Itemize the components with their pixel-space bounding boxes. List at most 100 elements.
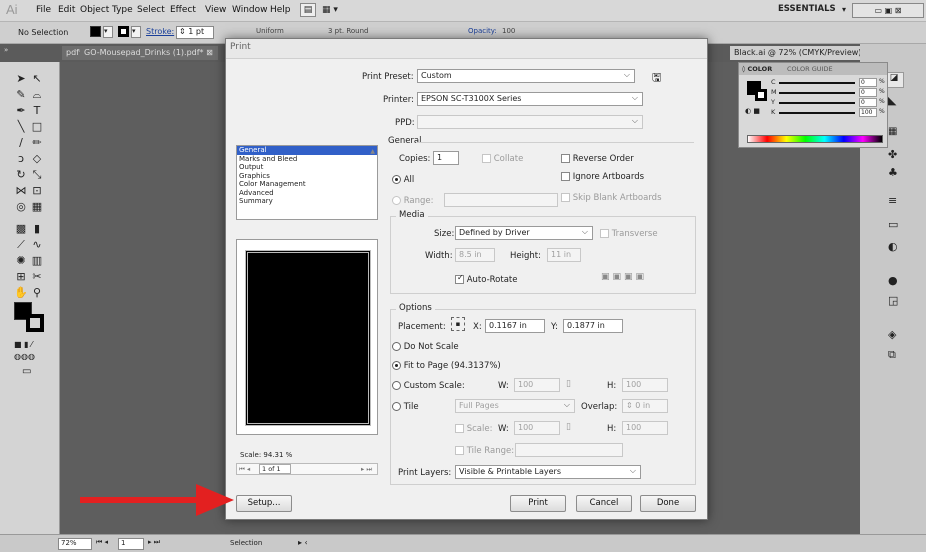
shape-builder-tool-icon[interactable]: ◎ [14, 200, 28, 214]
artboards-panel-icon[interactable]: ⧉ [888, 348, 896, 362]
magic-wand-tool-icon[interactable]: ✎ [14, 88, 28, 102]
tile-scale-checkbox[interactable] [455, 424, 464, 433]
bridge-icon[interactable]: ▤ [300, 3, 316, 17]
custom-scale-option[interactable]: Custom Scale: [392, 381, 465, 391]
width-field[interactable]: 8.5 in [455, 248, 495, 262]
slider-track-k[interactable] [779, 112, 855, 114]
symbols-icon[interactable]: ♣ [888, 166, 898, 179]
window-controls[interactable]: ▭ ▣ ⊠ [852, 3, 924, 18]
brush-definition[interactable]: 3 pt. Round [328, 27, 368, 35]
eyedropper-tool-icon[interactable]: ⟋ [14, 238, 28, 252]
setup-button[interactable]: Setup... [236, 495, 292, 512]
category-graphics[interactable]: Graphics [237, 172, 377, 181]
variable-width-profile[interactable]: Uniform [256, 27, 284, 35]
ignore-artboards-checkbox[interactable] [561, 172, 570, 181]
category-summary[interactable]: Summary [237, 197, 377, 206]
stroke-link[interactable]: Stroke: [146, 27, 174, 36]
menu-help[interactable]: Help [270, 5, 291, 15]
tile-range-field[interactable] [515, 443, 623, 457]
rectangle-tool-icon[interactable]: □ [30, 120, 44, 134]
slider-value-k[interactable]: 100 [859, 108, 877, 117]
copies-field[interactable]: 1 [433, 151, 459, 165]
slice-tool-icon[interactable]: ✂ [30, 270, 44, 284]
tab-document-active[interactable]: Black.ai @ 72% (CMYK/Preview) ⊠ [730, 46, 870, 60]
fill-swatch[interactable] [90, 26, 101, 37]
slider-row-m[interactable]: M 0 % [771, 88, 887, 98]
menu-edit[interactable]: Edit [58, 5, 75, 15]
category-general[interactable]: General [237, 146, 377, 155]
screen-mode-icon[interactable]: ▭ [22, 366, 31, 377]
lasso-tool-icon[interactable]: ⌓ [30, 88, 44, 102]
category-color-management[interactable]: Color Management [237, 180, 377, 189]
selection-tool-icon[interactable]: ➤ [14, 72, 28, 86]
pencil-tool-icon[interactable]: ✏ [30, 136, 44, 150]
range-option[interactable]: Range: [392, 196, 434, 206]
scale-tool-icon[interactable]: ⤡ [30, 168, 44, 182]
stroke-swatch-large[interactable] [755, 89, 767, 101]
perspective-grid-tool-icon[interactable]: ▦ [30, 200, 44, 214]
line-tool-icon[interactable]: ╲ [14, 120, 28, 134]
collapse-panel-icon[interactable]: » [4, 46, 8, 54]
slider-track-c[interactable] [779, 82, 855, 84]
range-field[interactable] [444, 193, 558, 207]
stroke-color-icon[interactable] [26, 314, 44, 332]
stroke-weight-field[interactable]: ⇕ 1 pt [176, 26, 214, 39]
auto-rotate-option[interactable]: ✓ Auto-Rotate [455, 273, 518, 285]
first-prev-page-icon[interactable]: ⏮ ◂ [239, 465, 250, 474]
eraser-tool-icon[interactable]: ◇ [30, 152, 44, 166]
page-field[interactable]: 1 of 1 [259, 464, 291, 474]
brushes-icon[interactable]: ✤ [888, 148, 897, 161]
menu-window[interactable]: Window [232, 5, 268, 15]
mesh-tool-icon[interactable]: ▩ [14, 222, 28, 236]
print-button[interactable]: Print [510, 495, 566, 512]
skip-blank-checkbox[interactable] [561, 193, 570, 202]
appearance-panel-icon[interactable]: ● [888, 274, 898, 287]
menu-select[interactable]: Select [137, 5, 165, 15]
do-not-scale-radio[interactable] [392, 342, 401, 351]
swatches-icon[interactable]: ▦ [888, 126, 897, 137]
transverse-checkbox[interactable] [600, 229, 609, 238]
category-advanced[interactable]: Advanced [237, 189, 377, 198]
tile-w-field[interactable]: 100 [514, 421, 560, 435]
reverse-order-option[interactable]: Reverse Order [561, 154, 634, 164]
direct-selection-tool-icon[interactable]: ↖ [30, 72, 44, 86]
graphic-styles-icon[interactable]: ◲ [888, 294, 898, 307]
print-preset-select[interactable]: Custom [417, 69, 635, 83]
menu-type[interactable]: Type [112, 5, 133, 15]
zoom-level[interactable]: 72% [58, 538, 92, 550]
tile-constrain-icon[interactable]: ▯ [566, 422, 571, 432]
width-tool-icon[interactable]: ⋈ [14, 184, 28, 198]
cancel-button[interactable]: Cancel [576, 495, 632, 512]
page-next-last-icons[interactable]: ▸ ⏭ [148, 538, 160, 547]
tile-radio[interactable] [392, 402, 401, 411]
collate-checkbox[interactable] [482, 154, 491, 163]
paintbrush-tool-icon[interactable]: ∕ [14, 136, 28, 150]
slider-track-y[interactable] [779, 102, 855, 104]
constrain-proportions-icon[interactable]: ▯ [566, 379, 571, 389]
height-field[interactable]: 11 in [547, 248, 581, 262]
color-mode-icons[interactable]: ■ ▮ ⁄ [14, 340, 32, 349]
slider-row-c[interactable]: C 0 % [771, 78, 887, 88]
print-preview[interactable] [236, 239, 378, 435]
custom-h-field[interactable]: 100 [622, 378, 668, 392]
stroke-dropdown[interactable]: ▾ [131, 26, 141, 38]
pen-tool-icon[interactable]: ✒ [14, 104, 28, 118]
tile-option[interactable]: Tile [392, 402, 419, 412]
slider-value-m[interactable]: 0 [859, 88, 877, 97]
range-radio[interactable] [392, 196, 401, 205]
tile-select[interactable]: Full Pages [455, 399, 575, 413]
media-size-select[interactable]: Defined by Driver [455, 226, 593, 240]
done-button[interactable]: Done [640, 495, 696, 512]
printer-select[interactable]: EPSON SC-T3100X Series [417, 92, 643, 106]
reverse-order-checkbox[interactable] [561, 154, 570, 163]
tab-color[interactable]: ◊ COLOR [742, 65, 772, 73]
next-last-page-icon[interactable]: ▸ ⏭ [361, 465, 372, 474]
fit-to-page-radio[interactable] [392, 361, 401, 370]
symbol-sprayer-tool-icon[interactable]: ✺ [14, 254, 28, 268]
orientation-icons[interactable]: ▣▣▣▣ [601, 272, 647, 282]
free-transform-tool-icon[interactable]: ⊡ [30, 184, 44, 198]
slider-value-c[interactable]: 0 [859, 78, 877, 87]
opacity-value[interactable]: 100 [502, 27, 515, 35]
category-output[interactable]: Output [237, 163, 377, 172]
stroke-swatch[interactable] [118, 26, 129, 37]
